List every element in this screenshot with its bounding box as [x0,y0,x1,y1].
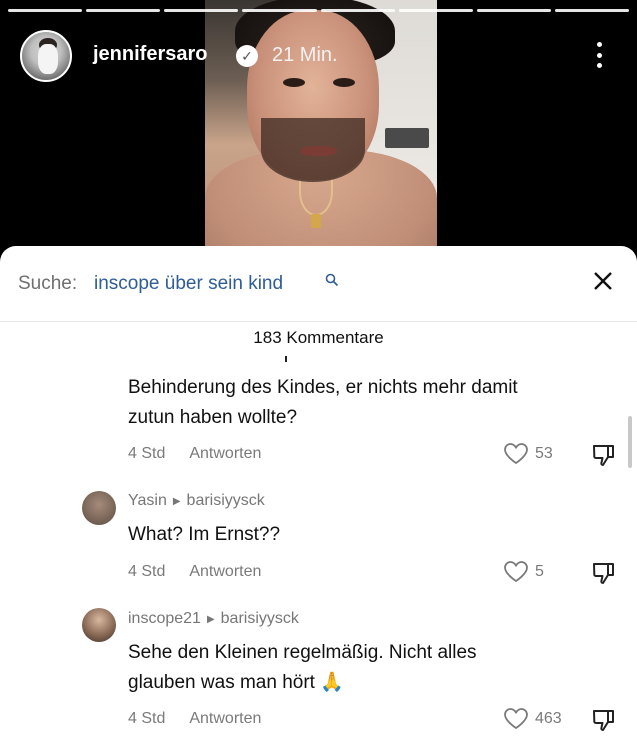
verified-badge-icon: ✓ [236,45,258,67]
comment-age: 4 Std [128,445,166,462]
reply-arrow-icon: ▶ [206,613,215,625]
reply-button[interactable]: Antworten [189,710,261,728]
comment-meta: Yasin ▶ barisiyysck [128,492,265,510]
comment-text: What? Im Ernst?? [128,520,280,550]
progress-segment [8,9,83,12]
avatar[interactable] [82,608,116,642]
story-viewer: jennifersaro ✓ 21 Min. [0,0,637,262]
comment-text-line: Behinderung des Kindes, er nichts mehr d… [128,377,518,398]
reply-button[interactable]: Antworten [189,445,261,463]
comment-text-line: zutun haben wollte? [128,407,298,428]
like-button[interactable]: 463 [503,707,562,731]
comment-author[interactable]: Yasin [128,492,167,510]
reply-arrow-icon: ▶ [172,495,181,507]
search-prefix: Suche: [18,273,78,294]
like-button[interactable]: 5 [503,560,544,584]
comment-age: 4 Std [128,710,166,727]
comment-reply-to[interactable]: barisiyysck [187,492,265,510]
comment-actions: 4 Std Antworten [128,563,261,581]
comment-actions: 4 Std Antworten [128,710,261,728]
story-username[interactable]: jennifersaro [93,43,207,66]
dislike-icon[interactable] [590,706,618,734]
search-icon [325,273,339,287]
scroll-indicator [285,356,287,362]
necklace-pendant [311,214,321,228]
heart-icon [503,442,529,466]
progress-segment [86,9,161,12]
comments-sheet: Suche: inscope über sein kind 183 Kommen… [0,246,637,740]
heart-icon [503,560,529,584]
background-object [385,128,429,148]
like-button[interactable]: 53 [503,442,553,466]
comment-text: Sehe den Kleinen regelmäßig. Nicht alles… [128,638,477,698]
reply-button[interactable]: Antworten [189,563,261,581]
comment-age: 4 Std [128,563,166,580]
person-mouth [301,146,337,156]
progress-segment [320,9,395,12]
avatar-figure [38,44,58,74]
avatar[interactable] [82,491,116,525]
comment-text-line: What? Im Ernst?? [128,524,281,545]
story-header: jennifersaro ✓ 21 Min. [0,28,637,84]
story-time: 21 Min. [272,44,338,66]
story-avatar[interactable] [20,30,72,82]
comment-text-line: glauben was man hört 🙏 [128,672,344,693]
dislike-icon[interactable] [590,559,618,587]
heart-icon [503,707,529,731]
comments-count: 183 Kommentare [253,328,384,347]
progress-segment [242,9,317,12]
comment-meta: inscope21 ▶ barisiyysck [128,610,299,628]
more-options-icon[interactable] [594,40,604,70]
like-count: 53 [535,445,553,462]
like-count: 463 [535,710,562,727]
like-count: 5 [535,563,544,580]
close-icon[interactable] [590,268,616,294]
search-query[interactable]: inscope über sein kind [94,273,283,295]
dislike-icon[interactable] [590,441,618,469]
progress-segment [554,9,629,12]
comment-reply-to[interactable]: barisiyysck [221,610,299,628]
progress-segment [476,9,551,12]
comment-author[interactable]: inscope21 [128,610,201,628]
progress-segment [164,9,239,12]
comment-text: Behinderung des Kindes, er nichts mehr d… [128,373,518,433]
story-progress [8,9,629,12]
search-bar[interactable]: Suche: inscope über sein kind [0,246,637,322]
scrollbar[interactable] [628,416,632,468]
progress-segment [398,9,473,12]
comment-text-line: Sehe den Kleinen regelmäßig. Nicht alles [128,642,477,663]
comment-actions: 4 Std Antworten [128,445,261,463]
